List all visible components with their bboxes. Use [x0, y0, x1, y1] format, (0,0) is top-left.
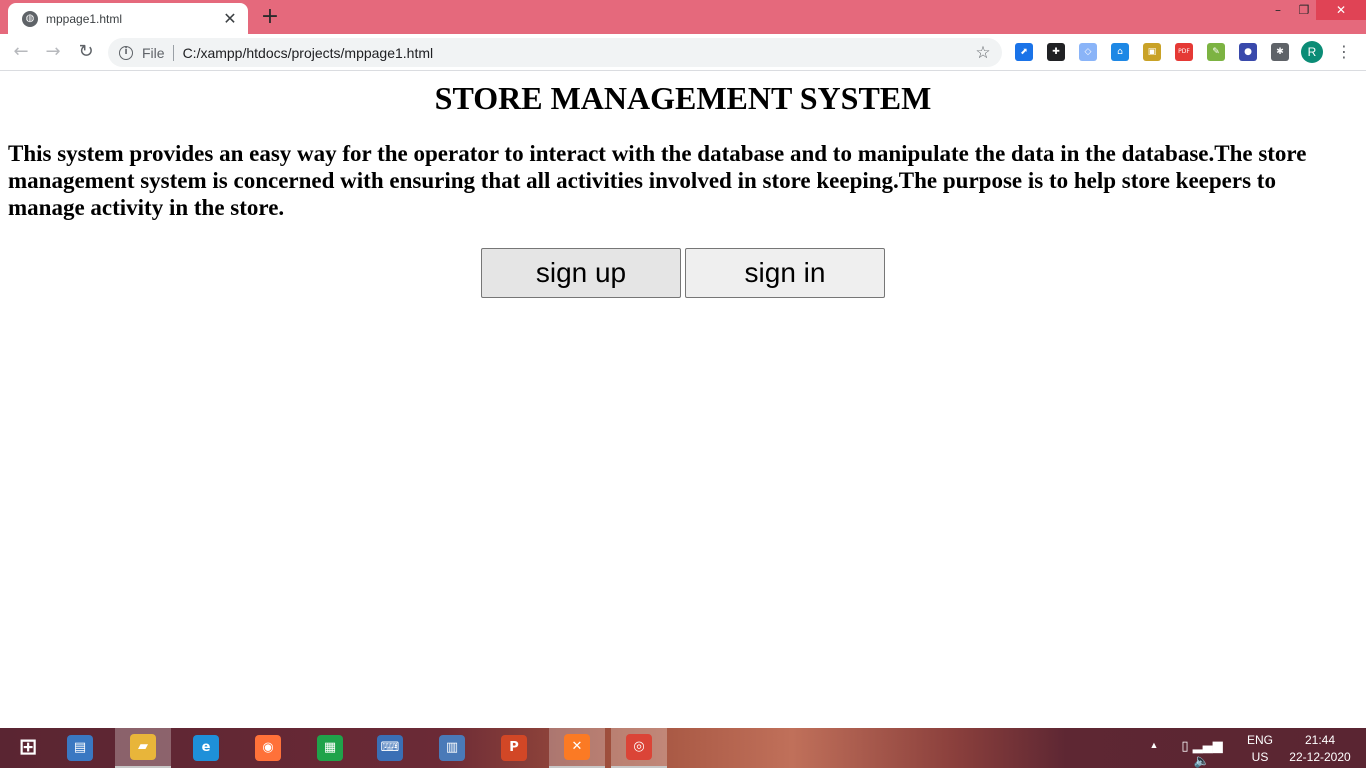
globe-icon: ◍	[22, 10, 38, 27]
taskbar-app-store[interactable]: ▦	[302, 728, 358, 768]
extension-8-icon[interactable]: ●	[1239, 43, 1257, 61]
taskbar-app-remote-desktop[interactable]: ⌨	[362, 728, 418, 768]
windows-logo-icon: ⊞	[18, 735, 38, 760]
page-description: This system provides an easy way for the…	[8, 141, 1307, 220]
extension-home-icon[interactable]: ⌂	[1111, 43, 1129, 61]
new-tab-button[interactable]: +	[258, 5, 282, 29]
bookmark-star-icon[interactable]: ☆	[973, 43, 993, 63]
taskbar-app-chrome-icon: ◎	[626, 734, 652, 760]
profile-avatar[interactable]: R	[1301, 41, 1323, 63]
tab-close-icon[interactable]: ✕	[222, 10, 238, 27]
taskbar-app-internet-explorer-icon: e	[193, 735, 219, 761]
page-content: STORE MANAGEMENT SYSTEM This system prov…	[0, 72, 1366, 728]
taskbar-app-remote-desktop-icon: ⌨	[377, 735, 403, 761]
taskbar-app-window[interactable]: ▤	[52, 728, 108, 768]
site-info-icon[interactable]: i	[119, 45, 133, 60]
taskbar-app-file-explorer-icon: ▰	[130, 734, 156, 760]
page-title: STORE MANAGEMENT SYSTEM	[434, 80, 932, 116]
address-bar[interactable]: i File C:/xampp/htdocs/projects/mppage1.…	[108, 38, 1002, 67]
tab-title: mppage1.html	[46, 11, 123, 26]
reload-icon[interactable]: ↻	[74, 40, 98, 64]
url-text[interactable]: C:/xampp/htdocs/projects/mppage1.html	[183, 45, 973, 61]
tray-system-icons[interactable]: ▯ ▂▄▆ 🔈	[1172, 739, 1232, 768]
extension-pdf-icon[interactable]: PDF	[1175, 43, 1193, 61]
omnibox-divider	[172, 44, 174, 61]
taskbar-app-window-icon: ▤	[67, 735, 93, 761]
taskbar-app-document[interactable]: ▥	[424, 728, 480, 768]
taskbar-app-powerpoint-icon: P	[501, 735, 527, 761]
tray-region[interactable]: US	[1240, 750, 1280, 764]
taskbar-app-firefox-icon: ◉	[255, 735, 281, 761]
taskbar-app-internet-explorer[interactable]: e	[178, 728, 234, 768]
minimize-button[interactable]: –	[1264, 0, 1292, 20]
maximize-button[interactable]: ❐	[1290, 0, 1318, 20]
browser-tab[interactable]: ◍ mppage1.html ✕	[8, 3, 248, 34]
sign-in-button[interactable]: sign in	[685, 248, 885, 298]
browser-menu-icon[interactable]: ⋮	[1336, 41, 1352, 63]
tray-language[interactable]: ENG	[1240, 733, 1280, 747]
taskbar-app-store-icon: ▦	[317, 735, 343, 761]
extensions-puzzle-icon[interactable]: ✱	[1271, 43, 1289, 61]
taskbar-app-xampp[interactable]: ✕	[549, 728, 605, 768]
sign-up-button[interactable]: sign up	[481, 248, 681, 298]
back-arrow-icon[interactable]: ←	[9, 40, 33, 64]
taskbar-app-chrome[interactable]: ◎	[611, 728, 667, 768]
tray-clock-date[interactable]: 22-12-2020	[1282, 750, 1358, 764]
extension-3-icon[interactable]: ◇	[1079, 43, 1097, 61]
forward-arrow-icon[interactable]: →	[41, 40, 65, 64]
extension-2-icon[interactable]: ✚	[1047, 43, 1065, 61]
tab-strip: ◍ mppage1.html ✕ + – ❐ ✕	[0, 0, 1366, 34]
extension-5-icon[interactable]: ▣	[1143, 43, 1161, 61]
tray-clock-time[interactable]: 21:44	[1288, 733, 1352, 747]
start-button[interactable]: ⊞	[0, 728, 56, 768]
taskbar-app-file-explorer[interactable]: ▰	[115, 728, 171, 768]
taskbar-app-xampp-icon: ✕	[564, 734, 590, 760]
close-window-button[interactable]: ✕	[1316, 0, 1366, 20]
url-scheme-label: File	[142, 44, 165, 61]
extension-1-icon[interactable]: ⬈	[1015, 43, 1033, 61]
taskbar-app-firefox[interactable]: ◉	[240, 728, 296, 768]
tray-expand-icon[interactable]: ▲	[1146, 740, 1162, 750]
taskbar-app-document-icon: ▥	[439, 735, 465, 761]
windows-taskbar: ⊞ ▤ ▰ e ◉ ▦ ⌨ ▥ P ✕ ◎ ▲ ▯ ▂▄▆ 🔈 ENG US 21:44 22-12…	[0, 728, 1366, 768]
taskbar-app-powerpoint[interactable]: P	[486, 728, 542, 768]
browser-toolbar: ← → ↻ i File C:/xampp/htdocs/projects/mp…	[0, 34, 1366, 71]
extension-7-icon[interactable]: ✎	[1207, 43, 1225, 61]
